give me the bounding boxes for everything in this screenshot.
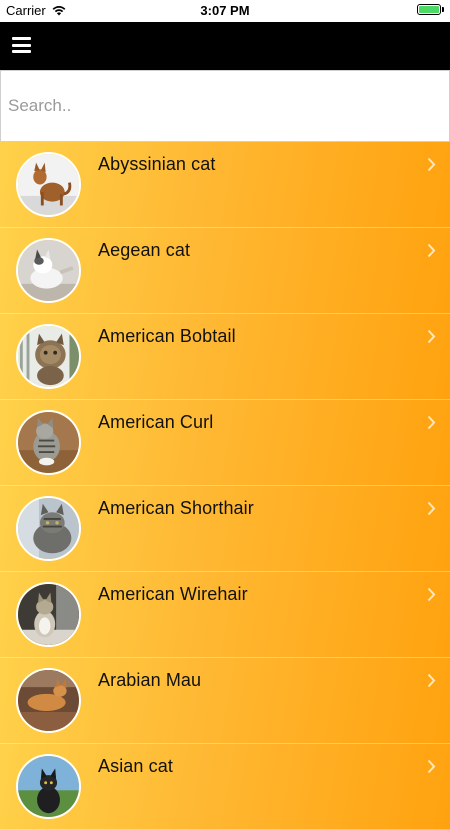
hamburger-menu-icon[interactable] [12,37,31,53]
cat-photo-avatar [16,324,81,389]
chevron-right-icon [427,759,436,774]
chevron-right-icon [427,157,436,172]
cat-photo-avatar [16,410,81,475]
list-item-title: Asian cat [98,756,173,776]
list-item[interactable]: American Wirehair [0,572,450,658]
battery-tip [442,7,444,12]
list-item[interactable]: Aegean cat [0,228,450,314]
search-input[interactable] [1,71,449,141]
list-item[interactable]: Asian cat [0,744,450,830]
cat-breed-list: Abyssinian cat Aegean cat American Bobta… [0,142,450,830]
list-item-title: Abyssinian cat [98,154,216,174]
status-bar: Carrier 3:07 PM [0,0,450,22]
list-item-title: American Bobtail [98,326,236,346]
cat-photo-avatar [16,582,81,647]
battery-indicator [417,4,444,15]
list-item-title: American Curl [98,412,214,432]
battery-icon [417,4,441,15]
cat-photo-avatar [16,496,81,561]
cat-photo-avatar [16,238,81,303]
list-item-title: Arabian Mau [98,670,202,690]
list-item[interactable]: American Shorthair [0,486,450,572]
list-item-title: Aegean cat [98,240,191,260]
chevron-right-icon [427,587,436,602]
chevron-right-icon [427,415,436,430]
chevron-right-icon [427,243,436,258]
list-item[interactable]: American Bobtail [0,314,450,400]
battery-fill [419,6,439,13]
search-bar [0,70,450,142]
list-item[interactable]: American Curl [0,400,450,486]
list-item[interactable]: Abyssinian cat [0,142,450,228]
status-time: 3:07 PM [200,3,250,18]
cat-photo-avatar [16,754,81,819]
cat-photo-avatar [16,152,81,217]
nav-bar [0,22,450,70]
cat-photo-avatar [16,668,81,733]
list-item-title: American Wirehair [98,584,248,604]
chevron-right-icon [427,673,436,688]
list-item-title: American Shorthair [98,498,254,518]
list-item[interactable]: Arabian Mau [0,658,450,744]
chevron-right-icon [427,329,436,344]
chevron-right-icon [427,501,436,516]
